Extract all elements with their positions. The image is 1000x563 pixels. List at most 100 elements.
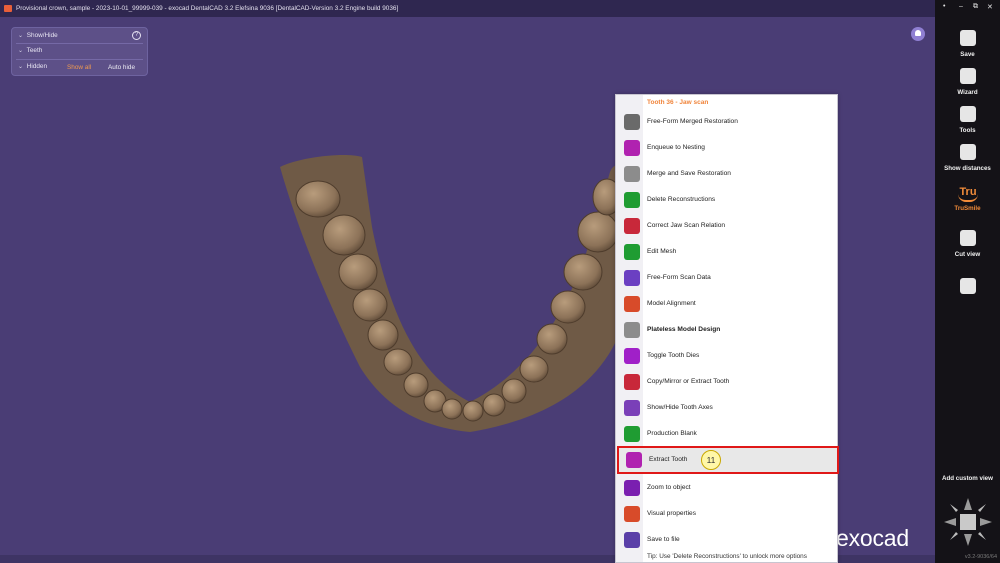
step-number-badge: 11 xyxy=(701,450,721,470)
pin-icon[interactable]: • xyxy=(943,3,945,10)
menu-item-copy-mirror[interactable]: #c8283a Copy/Mirror or Extract Tooth xyxy=(616,369,837,395)
menu-item-eye[interactable]: #d84b2a Visual properties xyxy=(616,501,837,527)
menu-item-free-form-merged[interactable]: #6a6a6a Free-Form Merged Restoration xyxy=(616,109,837,135)
menu-item-label: Merge and Save Restoration xyxy=(647,170,731,177)
menu-item-label: Plateless Model Design xyxy=(647,326,721,333)
menu-item-zoom[interactable]: #7a1fb0 Zoom to object xyxy=(616,475,837,501)
view-cube-icon[interactable] xyxy=(942,496,994,548)
right-toolbar: • – ⧉ ✕ Save Wizard Tools Show distances Tru… xyxy=(935,0,1000,563)
show-hide-header[interactable]: ⌄ Show/Hide xyxy=(18,31,58,41)
wizard-button[interactable]: Wizard xyxy=(935,68,1000,106)
menu-item-plateless-model[interactable]: #8c8c8c Plateless Model Design xyxy=(616,317,837,343)
distances-label: Show distances xyxy=(944,165,991,172)
save-icon xyxy=(960,30,976,46)
menu-item-label: Correct Jaw Scan Relation xyxy=(647,222,726,229)
cut-view-icon xyxy=(960,230,976,246)
tooth[interactable] xyxy=(563,253,603,291)
menu-item-save-file[interactable]: #5a3fa8 Save to file xyxy=(616,527,837,553)
trusmile-button[interactable]: Tru TruSmile xyxy=(935,184,1000,222)
tooth-context-menu: Tooth 36 - Jaw scan #6a6a6a Free-Form Mer… xyxy=(615,94,839,563)
merge-save-icon: #8c8c8c xyxy=(624,166,640,182)
tooth-axes-icon: #7a3fb8 xyxy=(624,400,640,416)
trusmile-icon: Tru xyxy=(958,184,978,202)
distances-icon xyxy=(960,144,976,160)
tools-button[interactable]: Tools xyxy=(935,106,1000,144)
cloud-icon xyxy=(960,278,976,294)
chevron-down-icon: ⌄ xyxy=(18,64,24,70)
save-file-icon: #5a3fa8 xyxy=(624,532,640,548)
app-icon xyxy=(4,5,12,12)
divider xyxy=(16,59,143,60)
tooth[interactable] xyxy=(383,348,413,376)
copy-mirror-icon: #c8283a xyxy=(624,374,640,390)
free-form-scan-icon: #6b3fc2 xyxy=(624,270,640,286)
cut-view-label: Cut view xyxy=(954,251,981,258)
chevron-down-icon: ⌄ xyxy=(18,48,24,54)
exocad-logo: exocad xyxy=(836,525,909,551)
menu-item-model-alignment[interactable]: #d84b2a Model Alignment xyxy=(616,291,837,317)
tooth[interactable] xyxy=(352,288,388,322)
trusmile-label: TruSmile xyxy=(954,205,981,212)
plateless-model-icon: #8c8c8c xyxy=(624,322,640,338)
enqueue-nesting-icon: #b022b0 xyxy=(624,140,640,156)
menu-item-label: Free-Form Scan Data xyxy=(647,274,711,281)
version-label: v3.2-9036/64 xyxy=(964,554,997,560)
menu-item-label: Free-Form Merged Restoration xyxy=(647,118,738,125)
show-hide-panel: ⌄ Show/Hide ? ⌄ Teeth ⌄ Hidden Show all … xyxy=(11,27,148,76)
menu-item-jaw-relation[interactable]: #c8283a Correct Jaw Scan Relation xyxy=(616,213,837,239)
free-form-merged-icon: #6a6a6a xyxy=(624,114,640,130)
menu-item-label: Model Alignment xyxy=(647,300,696,307)
menu-item-label: Toggle Tooth Dies xyxy=(647,352,700,359)
tools-icon xyxy=(960,106,976,122)
tooth[interactable] xyxy=(519,355,549,383)
menu-item-merge-save[interactable]: #8c8c8c Merge and Save Restoration xyxy=(616,161,837,187)
wizard-icon xyxy=(960,68,976,84)
tooth[interactable] xyxy=(550,290,586,324)
add-custom-view-label[interactable]: Add custom view xyxy=(935,475,1000,482)
cloud-button[interactable] xyxy=(935,278,1000,316)
tooth[interactable] xyxy=(403,372,429,398)
menu-item-label: Zoom to object xyxy=(647,484,691,491)
model-alignment-icon: #d84b2a xyxy=(624,296,640,312)
menu-item-label: Show/Hide Tooth Axes xyxy=(647,404,713,411)
tooth[interactable] xyxy=(322,214,366,256)
tooth[interactable] xyxy=(295,180,341,218)
show-all-link[interactable]: Show all xyxy=(67,63,91,73)
help-icon[interactable]: ? xyxy=(132,31,141,40)
menu-item-tooth-axes[interactable]: #7a3fb8 Show/Hide Tooth Axes xyxy=(616,395,837,421)
menu-item-label: Extract Tooth xyxy=(649,456,688,463)
cut-view-button[interactable]: Cut view xyxy=(935,230,1000,268)
menu-item-label: Save to file xyxy=(647,536,680,543)
distances-button[interactable]: Show distances xyxy=(935,144,1000,182)
tooth[interactable] xyxy=(462,400,484,422)
tooth[interactable] xyxy=(367,319,399,351)
teeth-row[interactable]: ⌄ Teeth xyxy=(18,46,42,56)
menu-item-free-form-scan[interactable]: #6b3fc2 Free-Form Scan Data xyxy=(616,265,837,291)
teeth-label: Teeth xyxy=(26,47,43,54)
tooth[interactable] xyxy=(536,323,568,355)
menu-item-enqueue-nesting[interactable]: #b022b0 Enqueue to Nesting xyxy=(616,135,837,161)
minimize-icon[interactable]: – xyxy=(959,3,963,10)
maximize-icon[interactable]: ⧉ xyxy=(973,3,978,11)
tooth[interactable] xyxy=(482,393,506,417)
tooth[interactable] xyxy=(577,211,619,253)
trash-icon: #1f9c32 xyxy=(624,192,640,208)
menu-item-label: Delete Reconstructions xyxy=(647,196,716,203)
menu-item-edit-mesh[interactable]: #1f9c32 Edit Mesh xyxy=(616,239,837,265)
menu-item-toggle-dies[interactable]: #a020c8 Toggle Tooth Dies xyxy=(616,343,837,369)
hidden-row[interactable]: ⌄ Hidden xyxy=(18,62,47,72)
divider xyxy=(16,43,143,44)
save-button[interactable]: Save xyxy=(935,30,1000,68)
tooth[interactable] xyxy=(338,253,378,291)
close-icon[interactable]: ✕ xyxy=(987,3,993,11)
menu-item-trash[interactable]: #1f9c32 Delete Reconstructions xyxy=(616,187,837,213)
tooth[interactable] xyxy=(441,398,463,420)
tooth[interactable] xyxy=(501,378,527,404)
auto-hide-button[interactable]: Auto hide xyxy=(108,63,135,73)
context-menu-header: Tooth 36 - Jaw scan xyxy=(647,99,709,106)
title-bar: Provisional crown, sample - 2023-10-01_9… xyxy=(0,0,935,17)
menu-item-extract-tooth[interactable]: #b022b0 Extract Tooth 11 xyxy=(617,446,839,474)
jaw-relation-icon: #c8283a xyxy=(624,218,640,234)
menu-item-production-blank[interactable]: #1f9c32 Production Blank xyxy=(616,421,837,447)
notification-bell-icon[interactable] xyxy=(911,27,925,41)
